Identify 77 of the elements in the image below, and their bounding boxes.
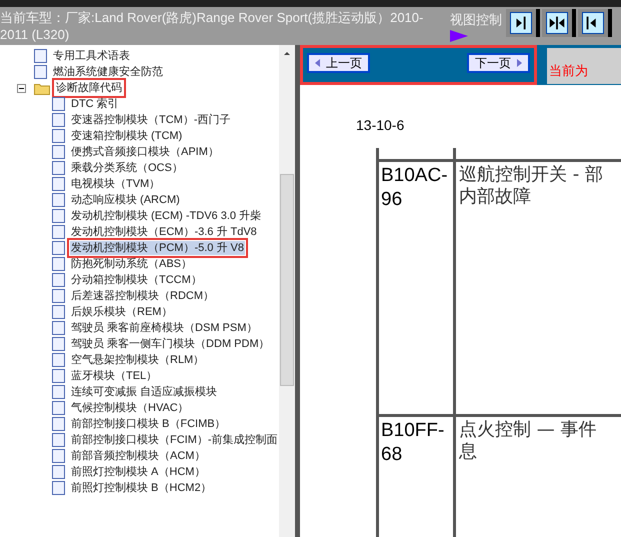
document-icon — [52, 193, 65, 207]
tree-item[interactable]: 驾驶员 乘客前座椅模块（DSM PSM） — [70, 321, 258, 335]
document-icon — [52, 353, 65, 367]
document-icon — [52, 449, 65, 463]
status-text: 当前为 — [549, 62, 588, 80]
document-icon — [52, 209, 65, 223]
view-button[interactable] — [578, 9, 612, 37]
view-control-label: 视图控制 — [450, 11, 502, 29]
left-arrow-icon — [315, 59, 320, 67]
document-icon — [34, 65, 47, 79]
document-icon — [52, 257, 65, 271]
tree-item[interactable]: 变速器控制模块（TCM）-西门子 — [70, 113, 232, 127]
document-icon — [52, 417, 65, 431]
tree-item[interactable]: 前部控制接口模块（FCIM）-前集成控制面 — [70, 433, 279, 447]
view-button[interactable] — [506, 9, 540, 37]
document-icon — [34, 49, 47, 63]
folder-icon — [34, 82, 50, 94]
view-button[interactable] — [542, 9, 576, 37]
document-icon — [52, 145, 65, 159]
description-line: 巡航控制开关 - 部 — [459, 164, 603, 186]
tree-item[interactable]: 后差速器控制模块（RDCM） — [70, 289, 215, 303]
right-arrow-icon — [517, 59, 522, 67]
vehicle-title: 当前车型：厂家:Land Rover(路虎)Range Rover Sport(揽胜运动版）2010-2011 (L320) — [0, 9, 424, 44]
scroll-thumb[interactable] — [280, 174, 294, 386]
document-icon — [52, 401, 65, 415]
document-icon — [52, 481, 65, 495]
description-line: 内部故障 — [459, 186, 532, 208]
tree-item[interactable]: 后娱乐模块（REM） — [70, 305, 174, 319]
document-icon — [52, 113, 65, 127]
tree-item[interactable]: 诊断故障代码 — [55, 81, 123, 95]
tree-item[interactable]: 前照灯控制模块 B（HCM2） — [70, 481, 213, 495]
tree-item[interactable]: 便携式音频接口模块（APIM） — [70, 145, 220, 159]
document-icon — [52, 465, 65, 479]
tree-item[interactable]: 燃油系统健康安全防范 — [52, 65, 164, 79]
document-icon — [52, 129, 65, 143]
document-icon — [52, 273, 65, 287]
document-icon — [52, 161, 65, 175]
scrollbar[interactable] — [278, 45, 295, 537]
tree-item[interactable]: 连续可变减振 自适应减振模块 — [70, 385, 218, 399]
tree-item[interactable]: 蓝牙模块（TEL） — [70, 369, 158, 383]
tree-item[interactable]: DTC 索引 — [70, 97, 120, 111]
tree-item[interactable]: 分动箱控制模块（TCCM） — [70, 273, 203, 287]
tree-item[interactable]: 前部音频控制模块（ACM） — [70, 449, 206, 463]
description-line: 息 — [459, 441, 478, 463]
document-icon — [52, 97, 65, 111]
tree-item[interactable]: 气候控制模块（HVAC） — [70, 401, 190, 415]
document-icon — [52, 433, 65, 447]
tree-item[interactable]: 前部控制接口模块 B（FCIMB） — [70, 417, 227, 431]
document-icon — [52, 177, 65, 191]
document-icon — [52, 289, 65, 303]
previous-page-button[interactable]: 上一页 — [307, 53, 370, 73]
document-icon — [52, 225, 65, 239]
tree-item[interactable]: 乘载分类系统（OCS） — [70, 161, 184, 175]
next-page-button[interactable]: 下一页 — [467, 53, 530, 73]
dtc-code: B10FF-68 — [379, 417, 456, 537]
document-icon — [52, 321, 65, 335]
tree-item[interactable]: 防抱死制动系统（ABS） — [70, 257, 194, 271]
tree-item[interactable]: 专用工具术语表 — [52, 49, 131, 63]
tree-item[interactable]: 变速箱控制模块 (TCM) — [70, 129, 184, 143]
play-icon — [450, 30, 468, 42]
collapse-toggle[interactable] — [17, 84, 26, 92]
tree-item[interactable]: 驾驶员 乘客一侧车门模块（DDM PDM） — [70, 337, 271, 351]
tree-item[interactable]: 空气悬架控制模块（RLM） — [70, 353, 206, 367]
tree-item[interactable]: 发动机控制模块（ECM）-3.6 升 TdV8 — [70, 225, 258, 239]
tree-item[interactable]: 电视模块（TVM） — [70, 177, 162, 191]
document-icon — [52, 305, 65, 319]
tree-item[interactable]: 动态响应模块 (ARCM) — [70, 193, 181, 207]
document-icon — [52, 241, 65, 255]
document-icon — [52, 369, 65, 383]
page-number: 13-10-6 — [356, 116, 406, 135]
tree-item[interactable]: 发动机控制模块（PCM）-5.0 升 V8 — [70, 241, 245, 255]
dtc-code: B10AC-96 — [379, 162, 456, 414]
tree-item[interactable]: 发动机控制模块 (ECM) -TDV6 3.0 升柴 — [70, 209, 262, 223]
document-icon — [52, 337, 65, 351]
tree-item[interactable]: 前照灯控制模块 A（HCM） — [70, 465, 206, 479]
document-icon — [52, 385, 65, 399]
description-line: 点火控制 — 事件 — [459, 419, 596, 441]
